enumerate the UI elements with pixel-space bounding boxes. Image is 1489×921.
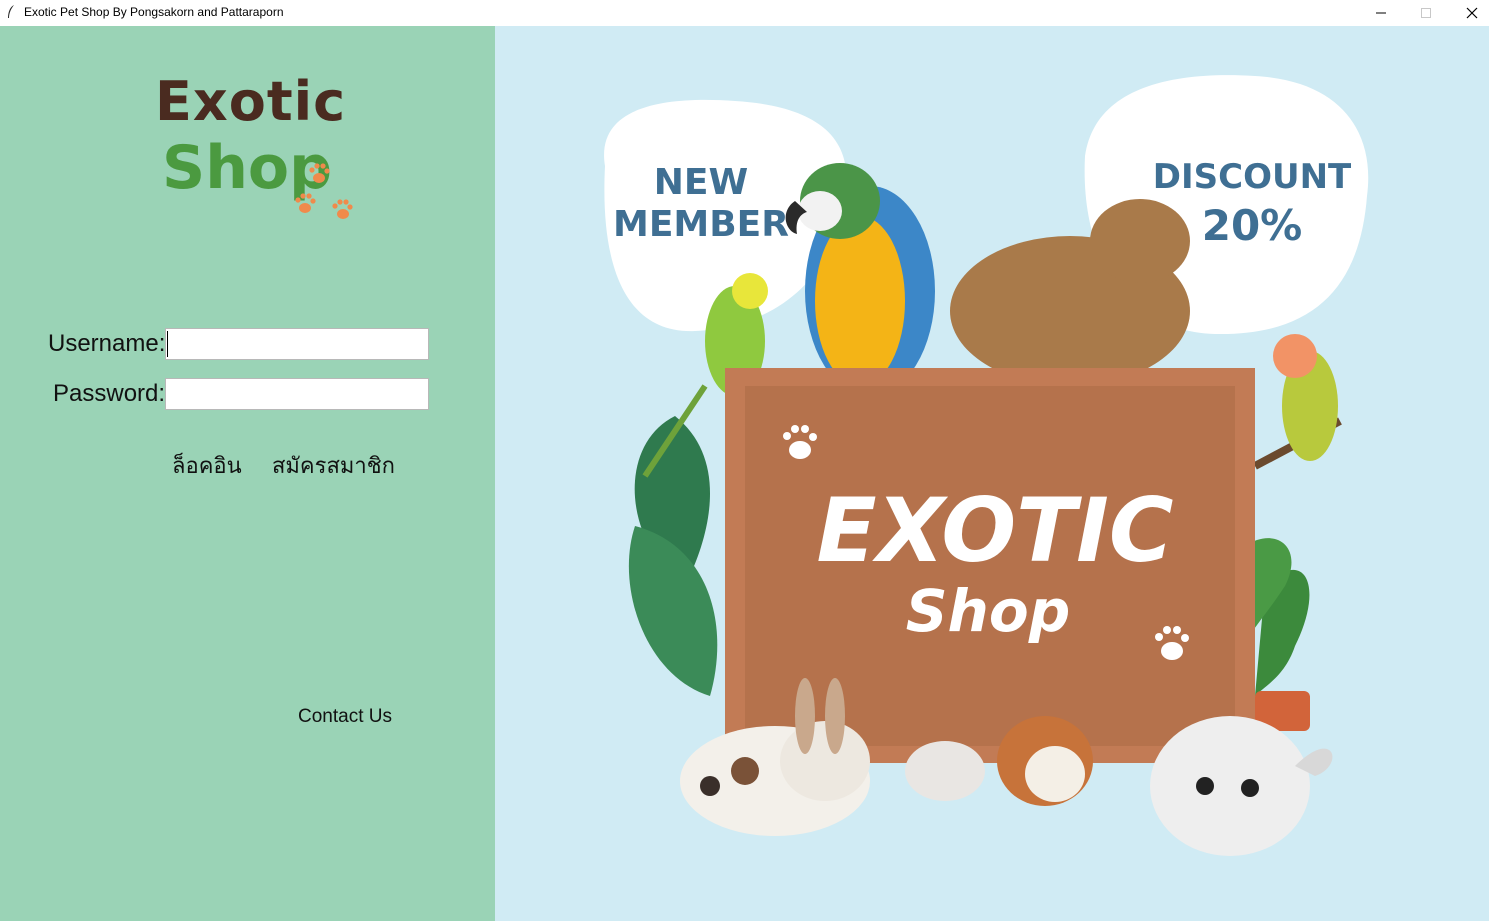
board-exotic-text: EXOTIC bbox=[817, 479, 1174, 582]
title-bar: Exotic Pet Shop By Pongsakorn and Pattar… bbox=[0, 0, 1489, 27]
hamster-white bbox=[905, 741, 985, 801]
sugar-glider-eye bbox=[1196, 777, 1214, 795]
rabbit-spot bbox=[700, 776, 720, 796]
macaw-body bbox=[815, 216, 905, 386]
board-shop-text: Shop bbox=[906, 577, 1070, 645]
maximize-icon bbox=[1421, 8, 1431, 18]
promo-banner: NEW MEMBER DISCOUNT 20% EXOTIC Shop bbox=[495, 26, 1489, 921]
logo-exotic-text: Exotic bbox=[155, 70, 347, 133]
close-icon bbox=[1466, 7, 1478, 19]
paw-prints-icon bbox=[295, 163, 353, 219]
bubble-discount-text: DISCOUNT bbox=[1153, 157, 1352, 197]
maximize-button[interactable] bbox=[1403, 0, 1449, 26]
bubble-percent-text: 20% bbox=[1202, 201, 1303, 250]
sugar-glider-body bbox=[1150, 716, 1310, 856]
monstera-leaf bbox=[628, 526, 718, 696]
feather-icon bbox=[8, 5, 14, 18]
rabbit-head bbox=[780, 721, 870, 801]
contact-us-button[interactable]: Contact Us bbox=[298, 706, 392, 728]
password-input[interactable] bbox=[165, 378, 429, 410]
rabbit-ear bbox=[825, 678, 845, 754]
text-cursor bbox=[167, 331, 168, 357]
username-input[interactable] bbox=[165, 328, 429, 360]
capybara-head bbox=[1090, 199, 1190, 283]
rabbit-spot bbox=[731, 757, 759, 785]
rabbit-ear bbox=[795, 678, 815, 754]
promo-illustration: NEW MEMBER DISCOUNT 20% EXOTIC Shop bbox=[604, 75, 1369, 856]
sugar-glider-eye bbox=[1241, 779, 1259, 797]
hamster-orange-face bbox=[1025, 746, 1085, 802]
minimize-button[interactable] bbox=[1358, 0, 1404, 26]
close-button[interactable] bbox=[1449, 0, 1489, 26]
budgie-head bbox=[732, 273, 768, 309]
bubble-member-text: MEMBER bbox=[613, 204, 789, 245]
login-button[interactable]: ล็อคอิน bbox=[172, 448, 242, 483]
username-label: Username: bbox=[48, 330, 166, 357]
password-label: Password: bbox=[53, 380, 166, 407]
bubble-new-text: NEW bbox=[654, 162, 748, 203]
lovebird-head bbox=[1273, 334, 1317, 378]
minimize-icon bbox=[1376, 12, 1386, 14]
window-title: Exotic Pet Shop By Pongsakorn and Pattar… bbox=[24, 5, 284, 19]
register-button[interactable]: สมัครสมาชิก bbox=[272, 448, 395, 483]
